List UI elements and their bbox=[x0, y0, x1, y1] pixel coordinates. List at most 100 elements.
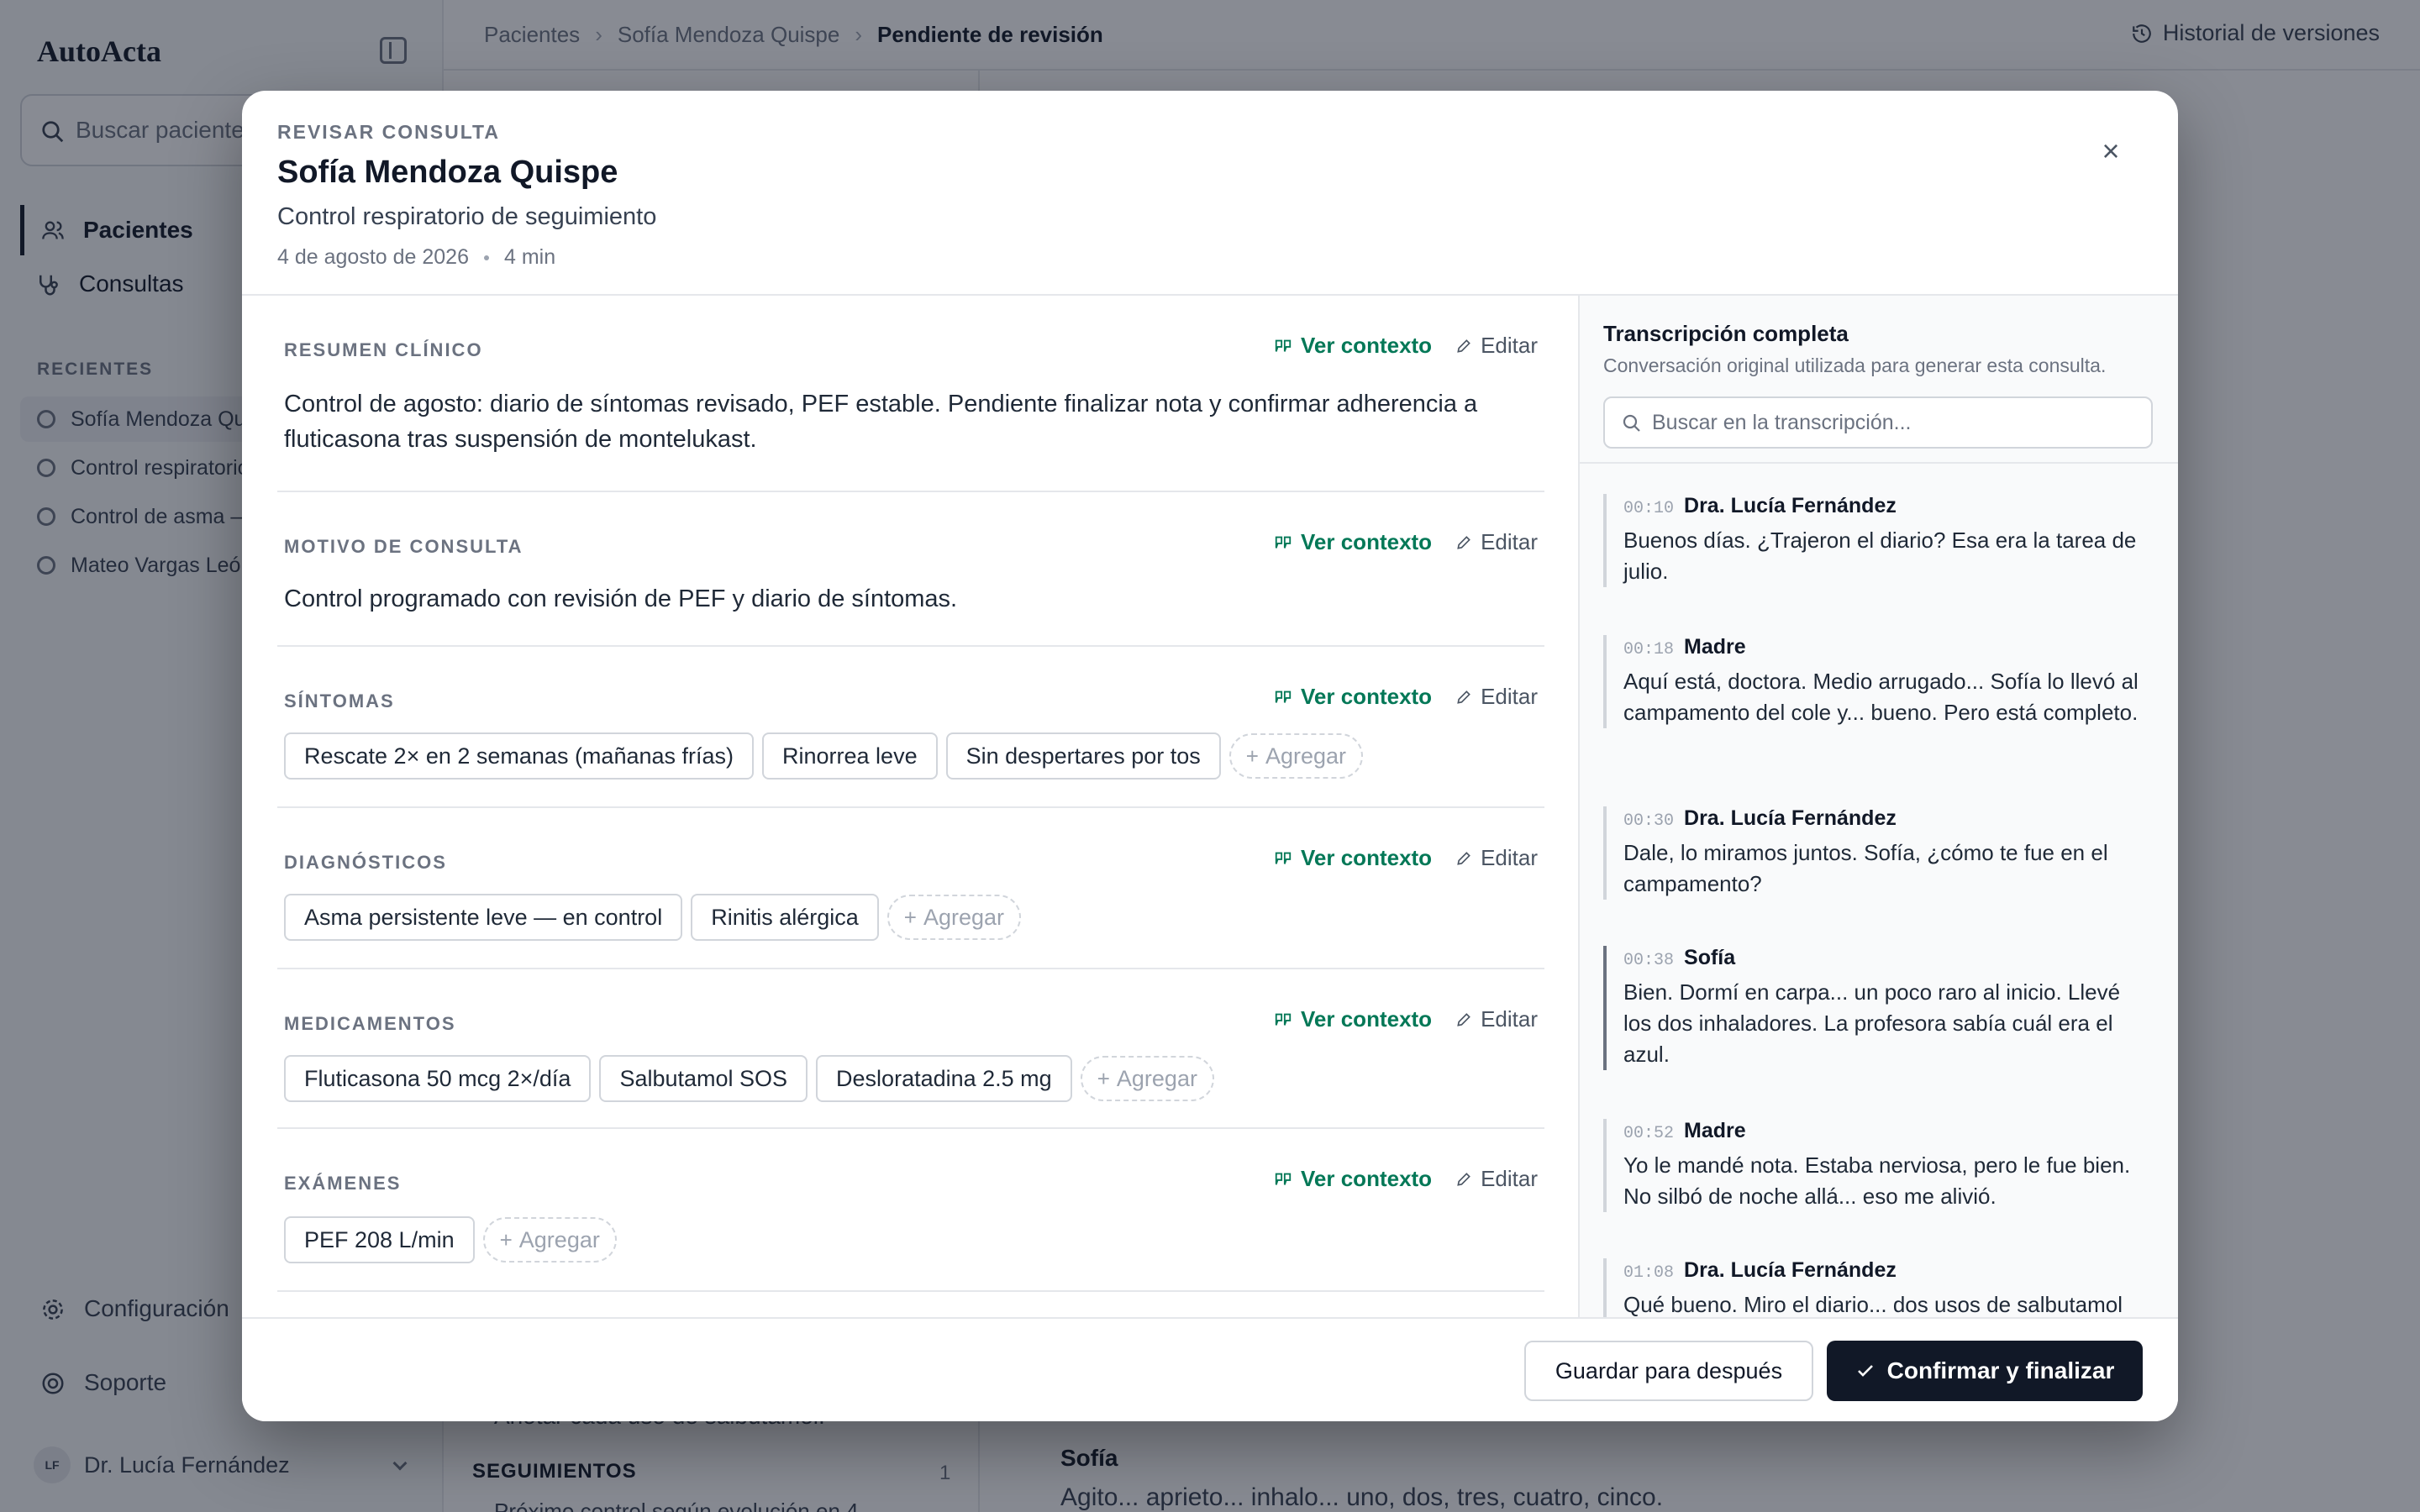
plus-icon: + bbox=[1245, 743, 1259, 769]
symptom-chip[interactable]: Rinorrea leve bbox=[762, 732, 938, 780]
section-actions: Ver contexto Editar bbox=[1274, 529, 1538, 555]
edit-button[interactable]: Editar bbox=[1455, 845, 1538, 871]
section-label: RESUMEN CLÍNICO bbox=[284, 339, 483, 360]
transcript-turn[interactable]: 01:08 Dra. Lucía Fernández Qué bueno. Mir… bbox=[1603, 1258, 2153, 1320]
exam-chips: PEF 208 L/min + Agregar bbox=[284, 1216, 617, 1263]
section-actions: Ver contexto Editar bbox=[1274, 845, 1538, 871]
transcript-turn[interactable]: 00:30 Dra. Lucía Fernández Dale, lo miram… bbox=[1603, 806, 2153, 900]
transcript-turn[interactable]: 00:18 Madre Aquí está, doctora. Medio arr… bbox=[1603, 635, 2153, 728]
pencil-icon bbox=[1457, 851, 1470, 865]
quote-icon bbox=[1275, 1013, 1292, 1026]
plus-icon: + bbox=[1097, 1065, 1110, 1091]
add-label: Agregar bbox=[923, 904, 1005, 930]
separator-dot bbox=[483, 255, 489, 260]
save-for-later-button[interactable]: Guardar para después bbox=[1524, 1341, 1813, 1401]
quote-icon bbox=[1275, 690, 1292, 703]
transcript-turn[interactable]: 00:10 Dra. Lucía Fernández Buenos días. ¿… bbox=[1603, 494, 2153, 587]
symptom-chip[interactable]: Rescate 2× en 2 semanas (mañanas frías) bbox=[284, 732, 755, 780]
edit-label: Editar bbox=[1481, 1166, 1538, 1191]
section-reason: MOTIVO DE CONSULTA Ver contexto Editar C… bbox=[277, 492, 1544, 647]
edit-label: Editar bbox=[1481, 333, 1538, 358]
timestamp: 00:18 bbox=[1623, 640, 1675, 659]
transcript-turn-highlighted[interactable]: 00:38 Sofía Bien. Dormí en carpa... un po… bbox=[1603, 946, 2153, 1070]
edit-button[interactable]: Editar bbox=[1455, 529, 1538, 555]
view-context-button[interactable]: Ver contexto bbox=[1274, 333, 1432, 359]
timestamp: 01:08 bbox=[1623, 1263, 1675, 1283]
context-label: Ver contexto bbox=[1301, 684, 1433, 709]
speaker-name: Madre bbox=[1684, 1119, 1746, 1142]
modal-footer: Guardar para después Confirmar y finaliz… bbox=[242, 1317, 2178, 1421]
speaker-name: Dra. Lucía Fernández bbox=[1684, 1258, 1897, 1282]
quote-icon bbox=[1275, 536, 1292, 549]
consultation-meta: 4 de agosto de 2026 4 min bbox=[277, 245, 555, 270]
exam-chip[interactable]: PEF 208 L/min bbox=[284, 1216, 475, 1263]
speaker-name: Dra. Lucía Fernández bbox=[1684, 806, 1897, 830]
transcript-search-placeholder: Buscar en la transcripción... bbox=[1652, 410, 1912, 434]
view-context-button[interactable]: Ver contexto bbox=[1274, 1166, 1432, 1192]
add-exam-button[interactable]: + Agregar bbox=[482, 1217, 617, 1263]
plus-icon: + bbox=[499, 1226, 513, 1252]
view-context-button[interactable]: Ver contexto bbox=[1274, 1006, 1432, 1032]
symptom-chip[interactable]: Sin despertares por tos bbox=[945, 732, 1221, 780]
view-context-button[interactable]: Ver contexto bbox=[1274, 529, 1432, 555]
review-sections: RESUMEN CLÍNICO Ver contexto Editar Cont… bbox=[242, 296, 1578, 1408]
pencil-icon bbox=[1457, 690, 1470, 704]
section-symptoms: SÍNTOMAS Ver contexto Editar Rescate 2× … bbox=[277, 647, 1544, 808]
close-icon[interactable]: × bbox=[2092, 133, 2129, 170]
quote-icon bbox=[1275, 852, 1292, 864]
view-context-button[interactable]: Ver contexto bbox=[1274, 684, 1432, 710]
transcript-turn[interactable]: 00:52 Madre Yo le mandé nota. Estaba nerv… bbox=[1603, 1119, 2153, 1212]
diagnosis-chip[interactable]: Asma persistente leve — en control bbox=[284, 894, 683, 941]
search-icon bbox=[1623, 414, 1640, 432]
quote-icon bbox=[1275, 339, 1292, 352]
confirm-label: Confirmar y finalizar bbox=[1886, 1357, 2115, 1383]
edit-button[interactable]: Editar bbox=[1455, 1166, 1538, 1192]
pencil-icon bbox=[1457, 1012, 1470, 1026]
summary-text: Control de agosto: diario de síntomas re… bbox=[284, 391, 1478, 453]
transcript-panel: Transcripción completa Conversación orig… bbox=[1578, 296, 2178, 1408]
context-label: Ver contexto bbox=[1301, 333, 1433, 358]
medication-chip[interactable]: Salbutamol SOS bbox=[599, 1055, 808, 1102]
add-diagnosis-button[interactable]: + Agregar bbox=[886, 895, 1022, 940]
timestamp: 00:38 bbox=[1623, 951, 1675, 970]
speaker-name: Sofía bbox=[1684, 946, 1736, 969]
context-label: Ver contexto bbox=[1301, 845, 1433, 870]
edit-button[interactable]: Editar bbox=[1455, 684, 1538, 710]
view-context-button[interactable]: Ver contexto bbox=[1274, 845, 1432, 871]
transcript-header: Transcripción completa Conversación orig… bbox=[1580, 296, 2178, 464]
timestamp: 00:10 bbox=[1623, 499, 1675, 518]
consultation-duration: 4 min bbox=[503, 245, 556, 269]
transcript-search-input[interactable]: Buscar en la transcripción... bbox=[1603, 396, 2153, 449]
consultation-title: Control respiratorio de seguimiento bbox=[277, 203, 657, 230]
edit-button[interactable]: Editar bbox=[1455, 1006, 1538, 1032]
add-symptom-button[interactable]: + Agregar bbox=[1228, 733, 1363, 779]
turn-text: Bien. Dormí en carpa... un poco raro al … bbox=[1623, 979, 2121, 1067]
diagnosis-chip[interactable]: Rinitis alérgica bbox=[691, 894, 879, 941]
medication-chip[interactable]: Desloratadina 2.5 mg bbox=[816, 1055, 1072, 1102]
plus-icon: + bbox=[903, 904, 917, 930]
pencil-icon bbox=[1457, 535, 1470, 549]
review-consultation-modal: REVISAR CONSULTA Sofía Mendoza Quispe Co… bbox=[242, 91, 2178, 1421]
medication-chip[interactable]: Fluticasona 50 mcg 2×/día bbox=[284, 1055, 592, 1102]
turn-text: Aquí está, doctora. Medio arrugado... So… bbox=[1623, 669, 2139, 725]
edit-label: Editar bbox=[1481, 684, 1538, 709]
modal-header: REVISAR CONSULTA Sofía Mendoza Quispe Co… bbox=[242, 91, 2178, 296]
edit-label: Editar bbox=[1481, 1006, 1538, 1032]
check-icon bbox=[1857, 1365, 1873, 1377]
edit-label: Editar bbox=[1481, 845, 1538, 870]
transcript-title: Transcripción completa bbox=[1603, 321, 1849, 346]
section-medications: MEDICAMENTOS Ver contexto Editar Flutica… bbox=[277, 969, 1544, 1129]
turn-text: Qué bueno. Miro el diario... dos usos de… bbox=[1623, 1292, 2123, 1317]
transcript-subtitle: Conversación original utilizada para gen… bbox=[1603, 354, 2107, 376]
speaker-name: Dra. Lucía Fernández bbox=[1684, 494, 1897, 517]
section-diagnoses: DIAGNÓSTICOS Ver contexto Editar Asma pe… bbox=[277, 808, 1544, 969]
modal-kicker: REVISAR CONSULTA bbox=[277, 121, 500, 143]
quote-icon bbox=[1275, 1173, 1292, 1185]
context-label: Ver contexto bbox=[1301, 1006, 1433, 1032]
section-label: EXÁMENES bbox=[284, 1173, 402, 1194]
patient-name: Sofía Mendoza Quispe bbox=[277, 155, 618, 190]
edit-button[interactable]: Editar bbox=[1455, 333, 1538, 359]
add-medication-button[interactable]: + Agregar bbox=[1080, 1056, 1214, 1101]
reason-text: Control programado con revisión de PEF y… bbox=[284, 585, 958, 612]
confirm-finalize-button[interactable]: Confirmar y finalizar bbox=[1827, 1341, 2143, 1401]
